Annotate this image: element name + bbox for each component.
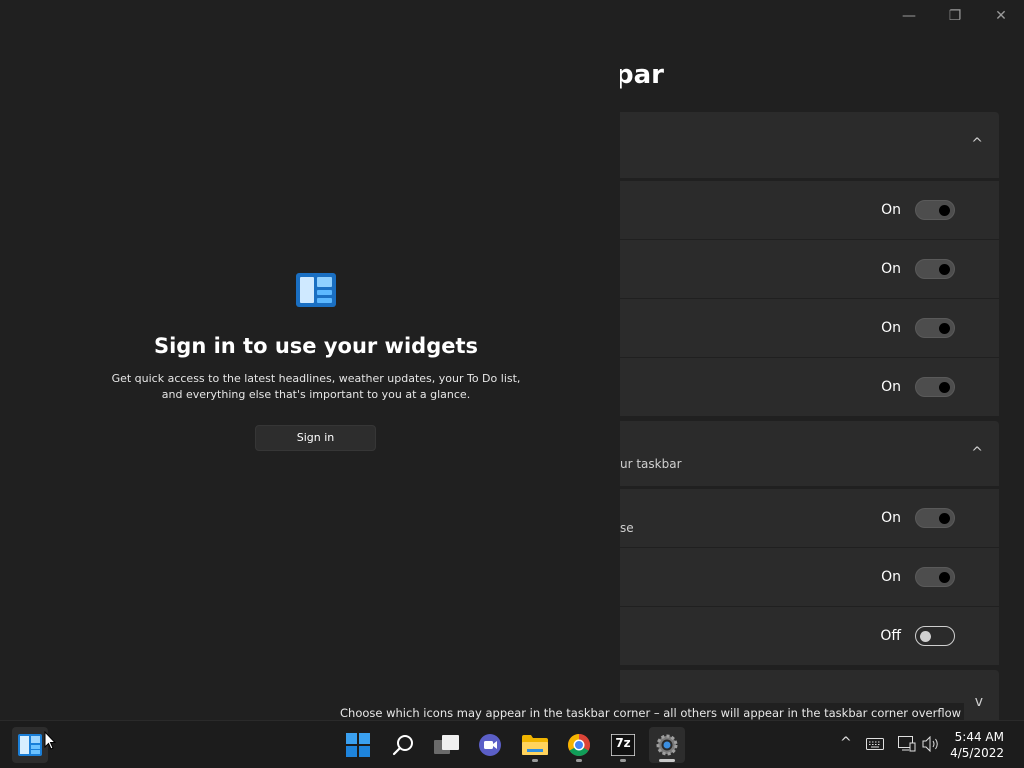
toggle-status: On — [881, 379, 901, 395]
setting-row: se On — [620, 489, 999, 547]
7zip-label: 7z — [615, 736, 631, 750]
file-explorer-icon[interactable] — [517, 727, 553, 763]
toggle-status: On — [881, 510, 901, 526]
7zip-icon[interactable]: 7z — [605, 727, 641, 763]
clock-time: 5:44 AM — [954, 730, 1004, 744]
mouse-cursor-icon — [44, 731, 56, 750]
search-icon[interactable] — [385, 727, 421, 763]
toggle-switch[interactable] — [915, 318, 955, 338]
sign-in-button[interactable]: Sign in — [255, 425, 376, 451]
task-view-icon[interactable] — [429, 727, 465, 763]
toggle-status: On — [881, 202, 901, 218]
maximize-button[interactable]: ❐ — [932, 0, 978, 32]
close-button[interactable]: ✕ — [978, 0, 1024, 32]
toggle-switch[interactable] — [915, 259, 955, 279]
chrome-icon[interactable] — [561, 727, 597, 763]
row-description: se — [620, 521, 634, 535]
setting-row: On — [620, 240, 999, 298]
volume-icon[interactable] — [922, 735, 940, 756]
taskbar-clock[interactable]: 5:44 AM 4/5/2022 — [950, 729, 1004, 761]
setting-row: On — [620, 548, 999, 606]
start-icon[interactable] — [340, 727, 376, 763]
toggle-switch[interactable] — [915, 377, 955, 397]
page-title: par — [615, 60, 664, 90]
setting-row: On — [620, 358, 999, 416]
toggle-switch[interactable] — [915, 626, 955, 646]
settings-icon[interactable] — [649, 727, 685, 763]
tray-overflow-icon[interactable]: ^ — [840, 735, 852, 751]
toggle-status: On — [881, 261, 901, 277]
chat-icon[interactable] — [472, 727, 508, 763]
keyboard-icon[interactable] — [866, 738, 884, 754]
taskbar-items-header[interactable]: ^ — [620, 112, 999, 178]
taskbar: 7z ^ 5:44 AM 4/5/2022 — [0, 720, 1024, 768]
chevron-up-icon[interactable]: ^ — [971, 445, 983, 461]
chevron-up-icon[interactable]: ^ — [971, 136, 983, 152]
toggle-switch[interactable] — [915, 567, 955, 587]
taskbar-corner-icons-header[interactable]: ur taskbar ^ — [620, 421, 999, 486]
widgets-panel: Sign in to use your widgets Get quick ac… — [0, 0, 620, 720]
clock-date: 4/5/2022 — [950, 746, 1004, 760]
setting-row: On — [620, 181, 999, 239]
toggle-switch[interactable] — [915, 200, 955, 220]
toggle-status: Off — [880, 628, 901, 644]
widgets-description: Get quick access to the latest headlines… — [111, 372, 521, 401]
widgets-logo-icon — [296, 273, 336, 307]
network-icon[interactable] — [898, 736, 916, 756]
widgets-icon[interactable] — [12, 727, 48, 763]
window-controls: — ❐ ✕ — [886, 0, 1024, 32]
toggle-switch[interactable] — [915, 508, 955, 528]
setting-row: Off — [620, 607, 999, 665]
minimize-button[interactable]: — — [886, 0, 932, 32]
group-subtitle: ur taskbar — [620, 457, 682, 471]
setting-row: On — [620, 299, 999, 357]
chevron-down-icon[interactable]: v — [975, 694, 983, 710]
widgets-title: Sign in to use your widgets — [153, 334, 479, 358]
toggle-status: On — [881, 569, 901, 585]
toggle-status: On — [881, 320, 901, 336]
